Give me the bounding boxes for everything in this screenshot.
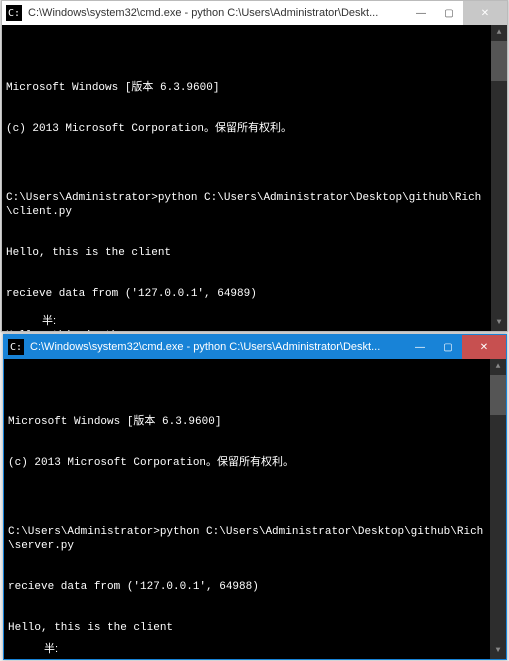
- ime-status: 半:: [44, 643, 58, 657]
- ime-status: 半:: [42, 315, 56, 329]
- terminal-line: (c) 2013 Microsoft Corporation。保留所有权利。: [8, 457, 486, 471]
- cmd-icon: C:: [6, 5, 22, 21]
- terminal-line: C:\Users\Administrator>python C:\Users\A…: [8, 526, 486, 554]
- scroll-down-icon[interactable]: ▼: [491, 315, 507, 331]
- svg-text:C:: C:: [8, 8, 20, 19]
- terminal-line: Microsoft Windows [版本 6.3.9600]: [8, 416, 486, 430]
- scroll-up-icon[interactable]: ▲: [490, 359, 506, 375]
- cmd-window-server: C: C:\Windows\system32\cmd.exe - python …: [3, 334, 507, 660]
- terminal-line: recieve data from ('127.0.0.1', 64988): [8, 581, 486, 595]
- terminal-output: Microsoft Windows [版本 6.3.9600] (c) 2013…: [8, 389, 502, 660]
- terminal-output: Microsoft Windows [版本 6.3.9600] (c) 2013…: [6, 55, 503, 332]
- cmd-icon: C:: [8, 339, 24, 355]
- terminal-line: Hello, this is the client: [8, 622, 486, 636]
- cmd-window-client: C: C:\Windows\system32\cmd.exe - python …: [1, 0, 508, 332]
- window-title: C:\Windows\system32\cmd.exe - python C:\…: [30, 341, 406, 353]
- scrollbar[interactable]: ▲ ▼: [491, 25, 507, 331]
- close-button[interactable]: ✕: [462, 335, 506, 359]
- maximize-button[interactable]: ▢: [434, 335, 462, 359]
- minimize-button[interactable]: —: [407, 1, 435, 25]
- terminal-line: Hello, this is the client: [6, 247, 487, 261]
- scroll-down-icon[interactable]: ▼: [490, 643, 506, 659]
- terminal-line: Hello, this is the server: [6, 330, 487, 332]
- terminal-line: recieve data from ('127.0.0.1', 64989): [6, 288, 487, 302]
- terminal-line: C:\Users\Administrator>python C:\Users\A…: [6, 192, 487, 220]
- scrollbar-thumb[interactable]: [491, 41, 507, 81]
- terminal-area[interactable]: Microsoft Windows [版本 6.3.9600] (c) 2013…: [4, 359, 506, 659]
- titlebar[interactable]: C: C:\Windows\system32\cmd.exe - python …: [4, 335, 506, 359]
- svg-text:C:: C:: [10, 342, 22, 353]
- scrollbar[interactable]: ▲ ▼: [490, 359, 506, 659]
- minimize-button[interactable]: —: [406, 335, 434, 359]
- terminal-area[interactable]: Microsoft Windows [版本 6.3.9600] (c) 2013…: [2, 25, 507, 331]
- scroll-up-icon[interactable]: ▲: [491, 25, 507, 41]
- window-controls: — ▢ ✕: [407, 1, 507, 25]
- close-button[interactable]: ✕: [463, 1, 507, 25]
- window-controls: — ▢ ✕: [406, 335, 506, 359]
- terminal-line: Microsoft Windows [版本 6.3.9600]: [6, 82, 487, 96]
- titlebar[interactable]: C: C:\Windows\system32\cmd.exe - python …: [2, 1, 507, 25]
- terminal-line: (c) 2013 Microsoft Corporation。保留所有权利。: [6, 123, 487, 137]
- scrollbar-thumb[interactable]: [490, 375, 506, 415]
- maximize-button[interactable]: ▢: [435, 1, 463, 25]
- window-title: C:\Windows\system32\cmd.exe - python C:\…: [28, 7, 407, 19]
